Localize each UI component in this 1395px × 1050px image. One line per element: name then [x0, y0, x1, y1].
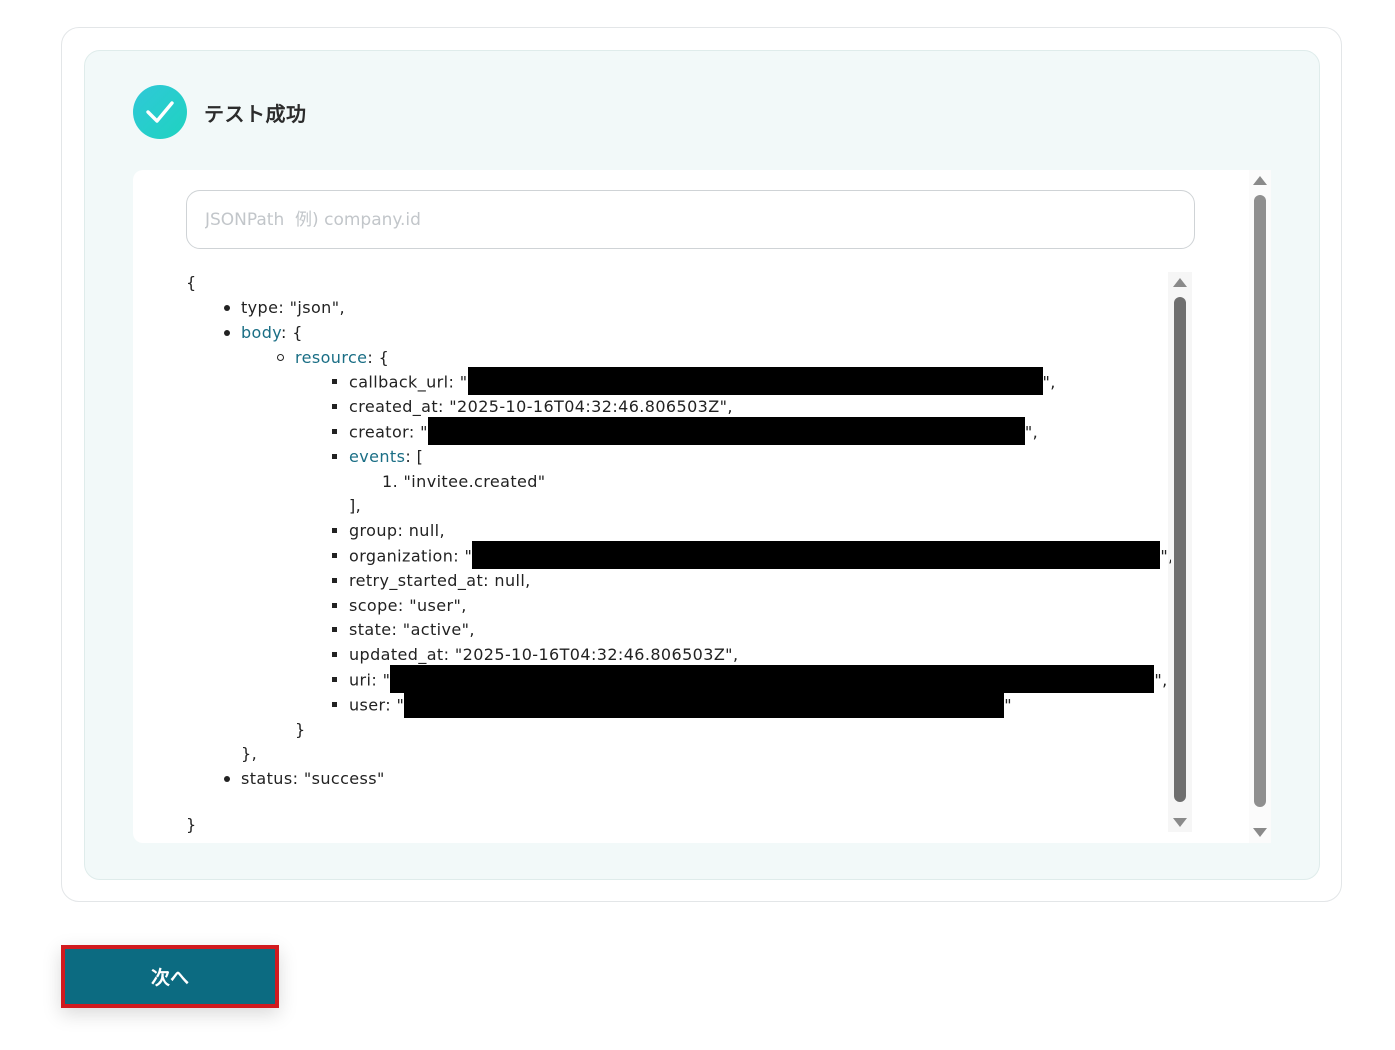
- events-key[interactable]: events: [349, 447, 405, 466]
- body-key[interactable]: body: [241, 323, 281, 342]
- bullet: [332, 702, 337, 707]
- redacted-block: [472, 541, 1161, 569]
- events-close: ],: [349, 496, 362, 515]
- bullet: [332, 627, 337, 632]
- bullet: [332, 454, 337, 459]
- user-field: user: " ": [349, 690, 1012, 718]
- status-field: status: "success": [241, 769, 385, 788]
- close-brace: }: [186, 815, 197, 834]
- resource-close: }: [295, 720, 306, 739]
- bullet: [332, 677, 337, 682]
- outer-scroll-up-icon[interactable]: [1253, 176, 1267, 185]
- bullet: [332, 652, 337, 657]
- bullet: [332, 379, 337, 384]
- type-field: type: "json",: [241, 298, 345, 317]
- resource-key[interactable]: resource: [295, 348, 367, 367]
- uri-field: uri: " ",: [349, 665, 1168, 693]
- updated-at-field: updated_at: "2025-10-16T04:32:46.806503Z…: [349, 645, 739, 664]
- bullet: [332, 578, 337, 583]
- json-tree: { type: "json", body: { resource: { call…: [186, 270, 1171, 842]
- bullet: [332, 553, 337, 558]
- check-circle-icon: [133, 85, 187, 139]
- created-at-field: created_at: "2025-10-16T04:32:46.806503Z…: [349, 397, 733, 416]
- redacted-block: [404, 690, 1005, 718]
- redacted-block: [427, 417, 1025, 445]
- outer-scroll-down-icon[interactable]: [1253, 828, 1267, 837]
- creator-field: creator: " ",: [349, 417, 1038, 445]
- state-field: state: "active",: [349, 620, 475, 639]
- resource-field: resource: {: [295, 348, 390, 367]
- retry-started-at-field: retry_started_at: null,: [349, 571, 531, 590]
- bullet: [277, 354, 284, 361]
- group-field: group: null,: [349, 521, 446, 540]
- bullet: [332, 603, 337, 608]
- event-item: 1. "invitee.created": [382, 472, 546, 491]
- callback-url-field: callback_url: " ",: [349, 367, 1056, 395]
- bullet: [224, 776, 230, 782]
- bullet: [332, 528, 337, 533]
- inner-scroll-up-icon[interactable]: [1173, 278, 1187, 287]
- scope-field: scope: "user",: [349, 596, 467, 615]
- outer-scrollbar-thumb[interactable]: [1254, 195, 1266, 807]
- body-field: body: {: [241, 323, 303, 342]
- bullet: [332, 429, 337, 434]
- jsonpath-input[interactable]: [186, 190, 1195, 249]
- status-title: テスト成功: [204, 102, 307, 126]
- bullet: [224, 330, 230, 336]
- inner-scrollbar-thumb[interactable]: [1174, 297, 1186, 802]
- redacted-block: [467, 367, 1043, 395]
- events-field: events: [: [349, 447, 424, 466]
- inner-scroll-down-icon[interactable]: [1173, 818, 1187, 827]
- next-button[interactable]: 次へ: [61, 945, 279, 1008]
- open-brace: {: [186, 273, 197, 292]
- bullet: [224, 305, 230, 311]
- organization-field: organization: "",: [349, 541, 1171, 569]
- bullet: [332, 404, 337, 409]
- body-close: },: [241, 744, 258, 763]
- redacted-block: [390, 665, 1155, 693]
